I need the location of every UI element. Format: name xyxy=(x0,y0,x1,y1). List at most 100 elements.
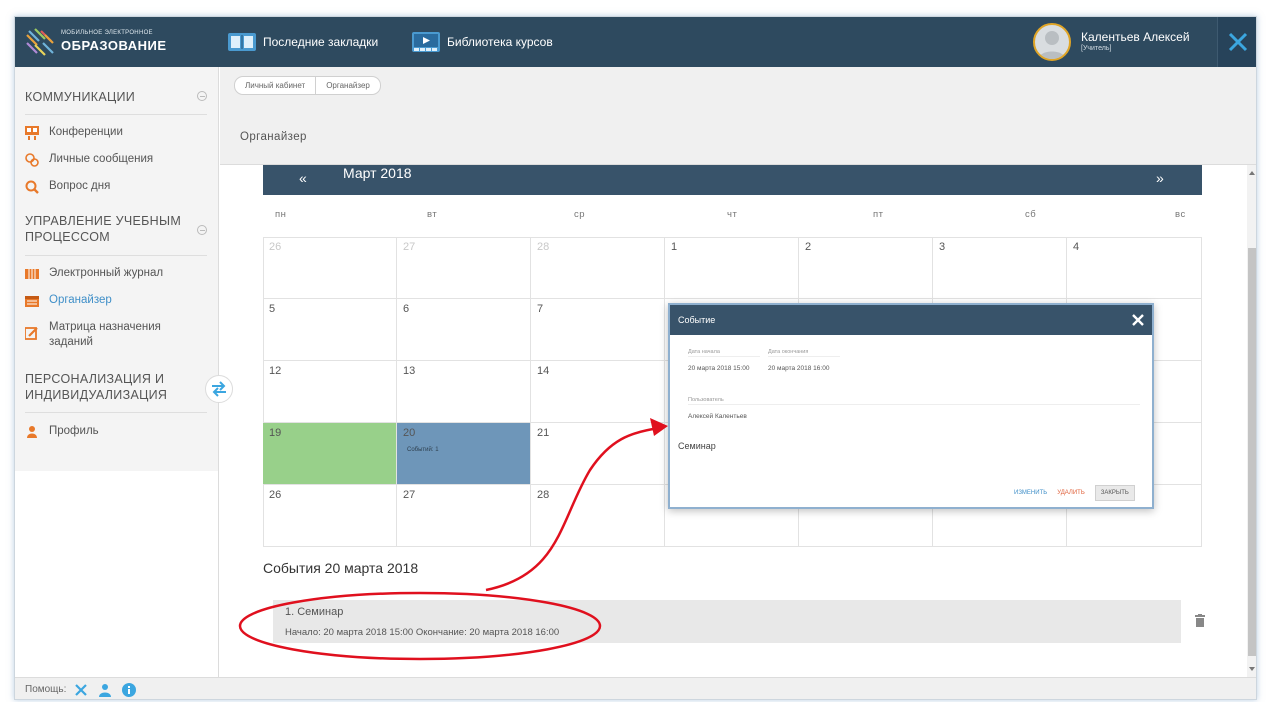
scrollbar-thumb[interactable] xyxy=(1248,248,1256,656)
avatar xyxy=(1033,23,1071,61)
tools-icon[interactable] xyxy=(74,683,88,697)
user-help-icon[interactable] xyxy=(98,683,112,697)
breadcrumb: Личный кабинет Органайзер xyxy=(234,76,381,95)
sidebar-item-label: Профиль xyxy=(49,425,99,437)
user-avatar-icon xyxy=(1039,31,1065,59)
calendar-day-cell[interactable]: 2 xyxy=(799,237,933,299)
scroll-up-icon[interactable] xyxy=(1249,171,1255,175)
scroll-down-icon[interactable] xyxy=(1249,667,1255,671)
toggle-sidebar-button[interactable] xyxy=(205,375,233,403)
prev-month-button[interactable]: « xyxy=(299,170,307,186)
breadcrumb-item-organizer[interactable]: Органайзер xyxy=(316,76,381,95)
calendar-day-cell[interactable]: 4 xyxy=(1067,237,1202,299)
messages-icon xyxy=(25,153,39,167)
calendar-month-title: Март 2018 xyxy=(343,165,412,181)
sidebar-item-journal[interactable]: Электронный журнал xyxy=(25,266,205,281)
calendar-day-cell[interactable]: 28 xyxy=(531,485,665,547)
divider xyxy=(25,114,207,115)
calendar-day-cell[interactable]: 27 xyxy=(397,237,531,299)
end-date-label: Дата окончания xyxy=(768,349,840,357)
weekday-label: сб xyxy=(1025,209,1037,220)
day-number: 14 xyxy=(537,365,550,377)
sidebar-item-organizer[interactable]: Органайзер xyxy=(25,293,205,308)
divider xyxy=(25,255,207,256)
nav-recent-bookmarks-label: Последние закладки xyxy=(263,35,379,49)
info-icon[interactable] xyxy=(122,682,137,697)
day-number: 27 xyxy=(403,489,416,501)
start-date-label: Дата начала xyxy=(688,349,760,357)
calendar-day-cell[interactable]: 26 xyxy=(263,237,397,299)
section-title-personalization: ПЕРСОНАЛИЗАЦИЯ И ИНДИВИДУАЛИЗАЦИЯ xyxy=(25,372,168,402)
collapse-toggle-learning-process[interactable] xyxy=(197,225,207,235)
weekday-label: чт xyxy=(727,209,738,220)
dialog-actions: ИЗМЕНИТЬ УДАЛИТЬ ЗАКРЫТЬ xyxy=(1014,485,1135,501)
nav-course-library[interactable]: Библиотека курсов xyxy=(411,30,553,54)
calendar-day-cell[interactable]: 14 xyxy=(531,361,665,423)
calendar-day-cell[interactable]: 3 xyxy=(933,237,1067,299)
next-month-button[interactable]: » xyxy=(1156,170,1164,186)
change-button[interactable]: ИЗМЕНИТЬ xyxy=(1014,490,1047,496)
start-date-value: 20 марта 2018 15:00 xyxy=(688,365,750,372)
sidebar-item-task-matrix[interactable]: Матрица назначения заданий xyxy=(25,320,205,350)
calendar-day-cell[interactable]: 20 Событий: 1 xyxy=(397,423,531,485)
calendar-day-cell[interactable]: 13 xyxy=(397,361,531,423)
breadcrumb-item-cabinet[interactable]: Личный кабинет xyxy=(234,76,317,95)
collapse-toggle-communications[interactable] xyxy=(197,91,207,101)
video-library-icon xyxy=(412,32,440,52)
day-number: 27 xyxy=(403,241,416,253)
calendar-day-cell[interactable]: 1 xyxy=(665,237,799,299)
day-event-count[interactable]: Событий: 1 xyxy=(407,447,530,453)
logo[interactable]: Мобильное электронное ОБРАЗОВАНИЕ xyxy=(25,27,185,57)
end-date-value: 20 марта 2018 16:00 xyxy=(768,365,830,372)
weekday-label: пт xyxy=(873,209,884,220)
section-title-communications: КОММУНИКАЦИИ xyxy=(25,90,136,104)
vertical-scrollbar[interactable] xyxy=(1247,165,1256,677)
section-title-learning-process: УПРАВЛЕНИЕ УЧЕБНЫМ ПРОЦЕССОМ xyxy=(25,214,182,244)
calendar-day-cell[interactable]: 21 xyxy=(531,423,665,485)
sidebar-item-label: Вопрос дня xyxy=(49,180,111,192)
calendar-day-cell[interactable]: 7 xyxy=(531,299,665,361)
sidebar-item-profile[interactable]: Профиль xyxy=(25,424,205,439)
event-times: Начало: 20 марта 2018 15:00 Окончание: 2… xyxy=(285,627,560,638)
sidebar-item-label: Органайзер xyxy=(49,294,112,306)
close-icon xyxy=(1228,32,1248,52)
day-number: 13 xyxy=(403,365,416,377)
sidebar-item-messages[interactable]: Личные сообщения xyxy=(25,152,205,167)
calendar-day-cell[interactable]: 26 xyxy=(263,485,397,547)
calendar-day-cell[interactable]: 6 xyxy=(397,299,531,361)
page-title: Органайзер xyxy=(240,131,307,143)
calendar-icon xyxy=(25,296,39,307)
close-app-button[interactable] xyxy=(1217,17,1256,67)
journal-icon xyxy=(25,269,39,279)
sidebar-item-label: Матрица назначения заданий xyxy=(49,321,161,348)
help-label: Помощь: xyxy=(25,684,67,695)
calendar-header: « Март 2018 » xyxy=(263,165,1202,195)
calendar-day-cell[interactable]: 19 xyxy=(263,423,397,485)
trash-icon[interactable] xyxy=(1195,614,1205,627)
nav-course-library-label: Библиотека курсов xyxy=(447,35,553,49)
calendar-day-cell[interactable]: 12 xyxy=(263,361,397,423)
calendar-day-cell[interactable]: 28 xyxy=(531,237,665,299)
sidebar-item-question-of-day[interactable]: Вопрос дня xyxy=(25,179,205,194)
close-dialog-button[interactable]: ЗАКРЫТЬ xyxy=(1094,485,1135,501)
events-title: События 20 марта 2018 xyxy=(263,560,419,576)
users-value: Алексей Калентьев xyxy=(688,413,747,420)
sidebar-item-conferences[interactable]: Конференции xyxy=(25,125,205,140)
close-icon[interactable] xyxy=(1130,312,1146,328)
delete-button[interactable]: УДАЛИТЬ xyxy=(1057,490,1085,496)
calendar-day-cell[interactable]: 27 xyxy=(397,485,531,547)
nav-recent-bookmarks[interactable]: Последние закладки xyxy=(227,30,378,54)
book-icon xyxy=(228,33,256,51)
calendar-day-cell[interactable]: 5 xyxy=(263,299,397,361)
event-list-item[interactable]: 1. Семинар Начало: 20 марта 2018 15:00 О… xyxy=(273,600,1181,643)
user-menu[interactable]: Калентьев Алексей [Учитель] xyxy=(1033,23,1213,63)
weekday-label: вт xyxy=(427,209,438,220)
logo-mark-icon xyxy=(26,28,54,56)
day-number: 19 xyxy=(269,427,282,439)
weekday-header: пн вт ср чт пт сб вс xyxy=(263,195,1202,237)
day-number: 26 xyxy=(269,241,282,253)
top-bar: Мобильное электронное ОБРАЗОВАНИЕ Послед… xyxy=(15,17,1256,67)
day-number: 21 xyxy=(537,427,550,439)
day-number: 12 xyxy=(269,365,282,377)
event-name: 1. Семинар xyxy=(285,606,344,618)
